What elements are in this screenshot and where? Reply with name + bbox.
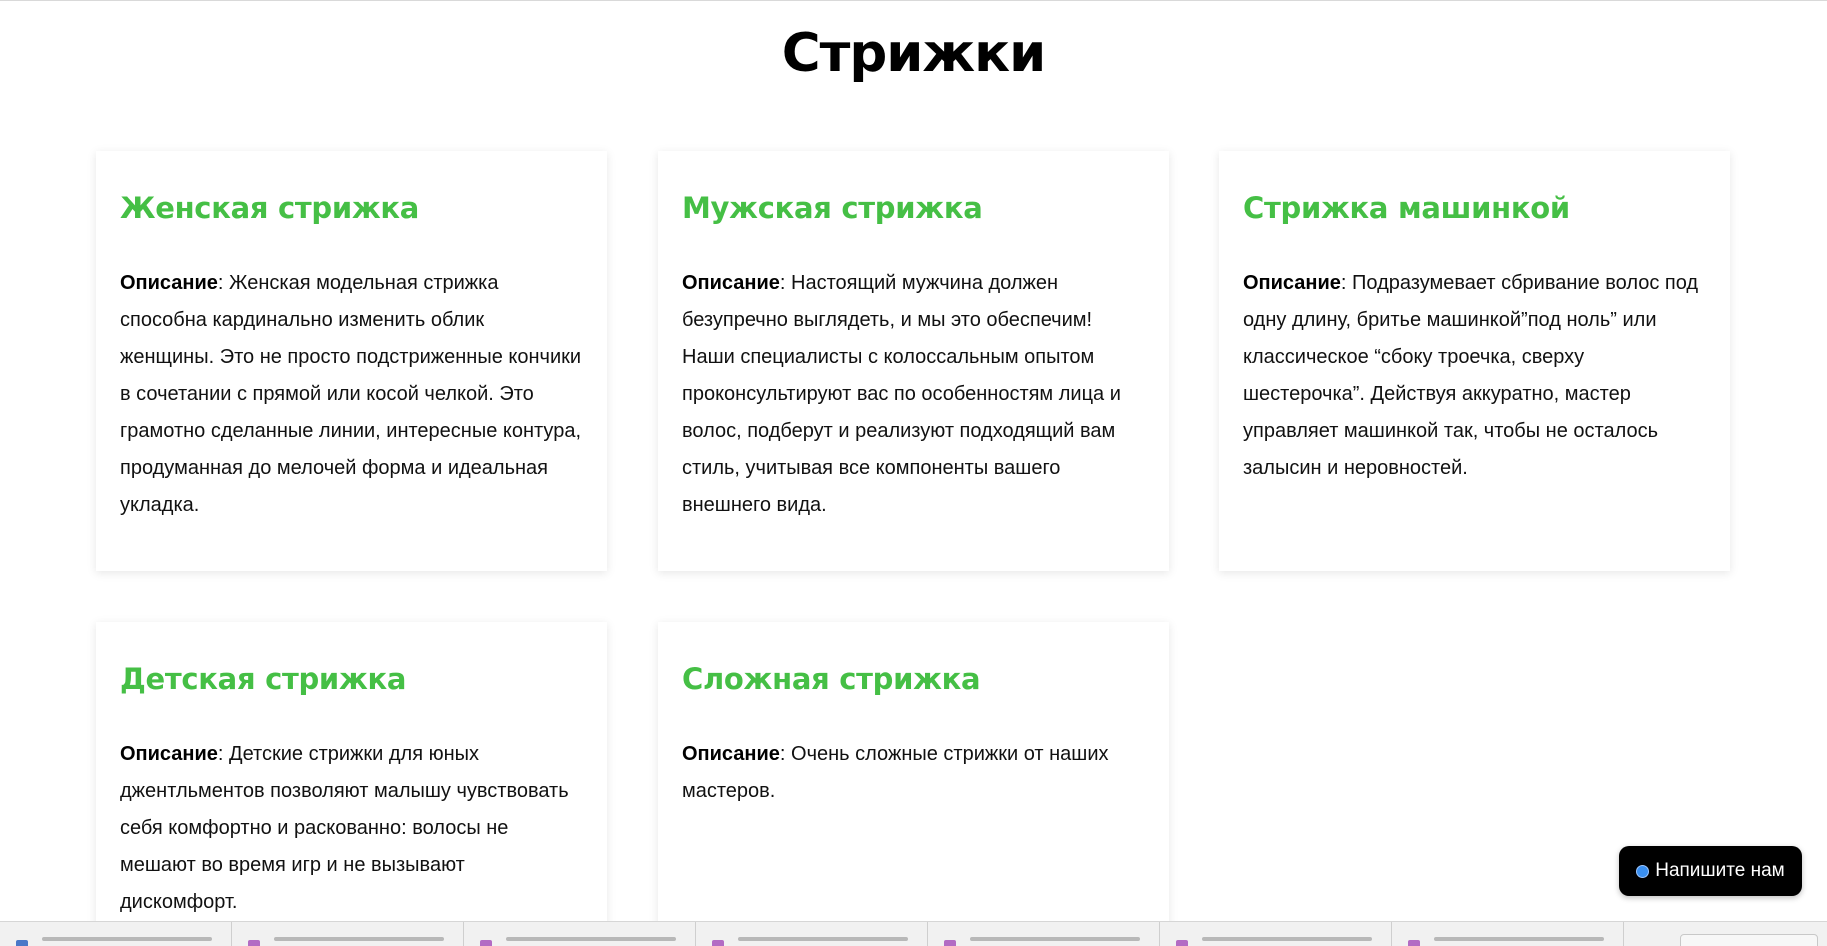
download-filename: [738, 937, 908, 941]
download-item[interactable]: [696, 922, 928, 946]
description-label: Описание: [120, 742, 218, 765]
service-title: Стрижка машинкой: [1243, 191, 1570, 225]
image-file-icon: [1176, 940, 1188, 946]
service-title: Сложная стрижка: [682, 662, 981, 696]
service-description: Описание: Настоящий мужчина должен безуп…: [682, 265, 1145, 524]
image-file-icon: [1408, 940, 1420, 946]
write-to-us-button[interactable]: Напишите нам: [1619, 846, 1802, 896]
description-text: : Женская модельная стрижка способна кар…: [120, 271, 582, 516]
image-file-icon: [248, 940, 260, 946]
description-label: Описание: [120, 271, 218, 294]
page: Стрижки Женская стрижка Описание: Женска…: [0, 0, 1827, 946]
download-filename: [506, 937, 676, 941]
download-item[interactable]: [928, 922, 1160, 946]
write-to-us-label: Напишите нам: [1655, 860, 1785, 881]
download-item[interactable]: [1392, 922, 1624, 946]
image-file-icon: [944, 940, 956, 946]
service-title: Детская стрижка: [120, 662, 407, 696]
image-file-icon: [480, 940, 492, 946]
downloads-bar: [0, 921, 1827, 946]
description-label: Описание: [682, 271, 780, 294]
download-item[interactable]: [0, 922, 232, 946]
document-file-icon: [16, 940, 28, 946]
download-filename: [970, 937, 1140, 941]
service-description: Описание: Женская модельная стрижка спос…: [120, 265, 583, 524]
image-file-icon: [712, 940, 724, 946]
service-description: Описание: Очень сложные стрижки от наших…: [682, 736, 1145, 810]
download-filename: [42, 937, 212, 941]
service-title: Женская стрижка: [120, 191, 420, 225]
download-filename: [1434, 937, 1604, 941]
download-item[interactable]: [1160, 922, 1392, 946]
description-text: : Настоящий мужчина должен безупречно вы…: [682, 271, 1121, 516]
service-description: Описание: Подразумевает сбривание волос …: [1243, 265, 1706, 487]
download-item[interactable]: [464, 922, 696, 946]
description-label: Описание: [1243, 271, 1341, 294]
description-label: Описание: [682, 742, 780, 765]
service-description: Описание: Детские стрижки для юных джент…: [120, 736, 583, 921]
download-filename: [274, 937, 444, 941]
show-all-downloads-button[interactable]: [1680, 934, 1818, 946]
page-title: Стрижки: [781, 23, 1047, 84]
download-filename: [1202, 937, 1372, 941]
download-item[interactable]: [232, 922, 464, 946]
service-card-womens-haircut: Женская стрижка Описание: Женская модель…: [96, 151, 607, 571]
service-title: Мужская стрижка: [682, 191, 983, 225]
online-status-icon: [1636, 864, 1650, 878]
service-card-mens-haircut: Мужская стрижка Описание: Настоящий мужч…: [658, 151, 1169, 571]
service-card-clipper-haircut: Стрижка машинкой Описание: Подразумевает…: [1219, 151, 1730, 571]
service-card-complex-haircut: Сложная стрижка Описание: Очень сложные …: [658, 622, 1169, 946]
service-card-kids-haircut: Детская стрижка Описание: Детские стрижк…: [96, 622, 607, 946]
description-text: : Подразумевает сбривание волос под одну…: [1243, 271, 1699, 479]
description-text: : Детские стрижки для юных джентльментов…: [120, 742, 569, 913]
